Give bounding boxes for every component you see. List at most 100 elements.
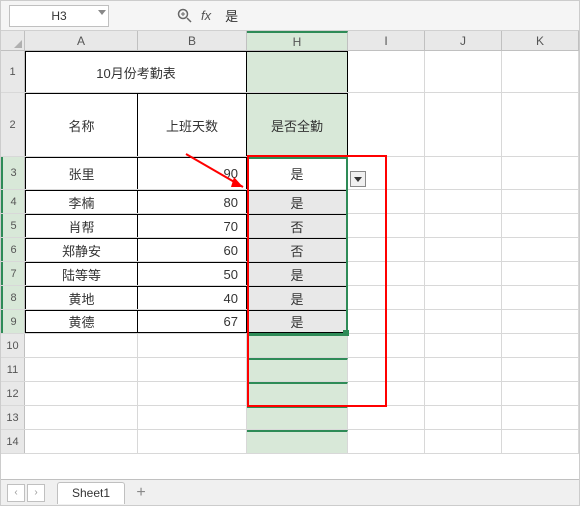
cell[interactable] xyxy=(425,334,502,357)
cell[interactable] xyxy=(348,334,425,357)
cell[interactable] xyxy=(425,214,502,237)
col-header-B[interactable]: B xyxy=(138,31,247,50)
cell-days[interactable]: 50 xyxy=(138,262,247,285)
cell-days[interactable]: 40 xyxy=(138,286,247,309)
cell-name[interactable]: 郑静安 xyxy=(25,238,138,261)
cell[interactable] xyxy=(247,51,348,92)
cell[interactable] xyxy=(348,51,425,92)
col-header-I[interactable]: I xyxy=(348,31,425,50)
formula-value[interactable]: 是 xyxy=(225,6,238,25)
cell[interactable] xyxy=(502,310,579,333)
cell[interactable] xyxy=(502,334,579,357)
header-full[interactable]: 是否全勤 xyxy=(247,93,348,156)
cell-full[interactable]: 是 xyxy=(247,157,348,189)
row-header[interactable]: 10 xyxy=(1,334,25,357)
cell-full[interactable]: 否 xyxy=(247,238,348,261)
cell[interactable] xyxy=(25,430,138,453)
cell[interactable] xyxy=(502,93,579,156)
row-header[interactable]: 9 xyxy=(1,310,25,333)
cell[interactable] xyxy=(247,358,348,381)
cell[interactable] xyxy=(502,406,579,429)
title-cell[interactable]: 10月份考勤表 xyxy=(25,51,247,92)
cell-days[interactable]: 90 xyxy=(138,157,247,189)
cell[interactable] xyxy=(502,238,579,261)
cell-full[interactable]: 是 xyxy=(247,262,348,285)
zoom-icon[interactable] xyxy=(177,8,193,24)
row-header[interactable]: 6 xyxy=(1,238,25,261)
cell[interactable] xyxy=(247,406,348,429)
row-header[interactable]: 5 xyxy=(1,214,25,237)
cell[interactable] xyxy=(425,430,502,453)
header-days[interactable]: 上班天数 xyxy=(138,93,247,156)
cell-name[interactable]: 张里 xyxy=(25,157,138,189)
cell[interactable] xyxy=(348,430,425,453)
grid[interactable]: 1 10月份考勤表 2 名称 上班天数 是否全勤 3 张里 90 是 xyxy=(1,51,579,454)
header-name[interactable]: 名称 xyxy=(25,93,138,156)
cell[interactable] xyxy=(138,430,247,453)
cell[interactable] xyxy=(502,382,579,405)
cell[interactable] xyxy=(247,430,348,453)
cell-name[interactable]: 黄地 xyxy=(25,286,138,309)
cell[interactable] xyxy=(502,157,579,189)
cell[interactable] xyxy=(138,334,247,357)
cell-full[interactable]: 是 xyxy=(247,310,348,333)
dropdown-button[interactable] xyxy=(350,171,366,187)
tab-nav-prev[interactable]: ‹ xyxy=(7,484,25,502)
cell[interactable] xyxy=(502,190,579,213)
cell[interactable] xyxy=(425,238,502,261)
row-header[interactable]: 4 xyxy=(1,190,25,213)
row-header[interactable]: 1 xyxy=(1,51,25,92)
cell[interactable] xyxy=(348,382,425,405)
cell[interactable] xyxy=(348,310,425,333)
cell-name[interactable]: 肖帮 xyxy=(25,214,138,237)
cell[interactable] xyxy=(502,430,579,453)
sheet-tab[interactable]: Sheet1 xyxy=(57,482,125,504)
cell-full[interactable]: 是 xyxy=(247,190,348,213)
cell[interactable] xyxy=(425,310,502,333)
cell[interactable] xyxy=(425,382,502,405)
cell[interactable] xyxy=(138,358,247,381)
cell[interactable] xyxy=(502,286,579,309)
cell[interactable] xyxy=(348,406,425,429)
cell-days[interactable]: 70 xyxy=(138,214,247,237)
cell[interactable] xyxy=(425,190,502,213)
row-header[interactable]: 12 xyxy=(1,382,25,405)
cell[interactable] xyxy=(25,406,138,429)
col-header-A[interactable]: A xyxy=(25,31,138,50)
cell[interactable] xyxy=(425,262,502,285)
cell[interactable] xyxy=(247,382,348,405)
cell[interactable] xyxy=(25,382,138,405)
fx-label[interactable]: fx xyxy=(201,8,211,23)
col-header-H[interactable]: H xyxy=(247,31,348,50)
cell[interactable] xyxy=(502,358,579,381)
cell-days[interactable]: 60 xyxy=(138,238,247,261)
cell[interactable] xyxy=(425,157,502,189)
cell-days[interactable]: 80 xyxy=(138,190,247,213)
cell[interactable] xyxy=(25,358,138,381)
cell[interactable] xyxy=(502,214,579,237)
cell[interactable] xyxy=(348,190,425,213)
add-sheet-button[interactable]: + xyxy=(131,483,151,503)
cell[interactable] xyxy=(348,238,425,261)
cell[interactable] xyxy=(502,51,579,92)
name-box[interactable]: H3 xyxy=(9,5,109,27)
cell[interactable] xyxy=(425,93,502,156)
cell[interactable] xyxy=(425,51,502,92)
cell[interactable] xyxy=(502,262,579,285)
cell[interactable] xyxy=(425,406,502,429)
cell[interactable] xyxy=(425,358,502,381)
row-header[interactable]: 7 xyxy=(1,262,25,285)
cell[interactable] xyxy=(25,334,138,357)
row-header[interactable]: 8 xyxy=(1,286,25,309)
cell-full[interactable]: 否 xyxy=(247,214,348,237)
cell[interactable] xyxy=(247,334,348,357)
row-header[interactable]: 3 xyxy=(1,157,25,189)
row-header[interactable]: 2 xyxy=(1,93,25,156)
cell-full[interactable]: 是 xyxy=(247,286,348,309)
chevron-down-icon[interactable] xyxy=(98,10,106,15)
col-header-K[interactable]: K xyxy=(502,31,579,50)
row-header[interactable]: 13 xyxy=(1,406,25,429)
cell[interactable] xyxy=(348,286,425,309)
row-header[interactable]: 11 xyxy=(1,358,25,381)
cell-name[interactable]: 黄德 xyxy=(25,310,138,333)
